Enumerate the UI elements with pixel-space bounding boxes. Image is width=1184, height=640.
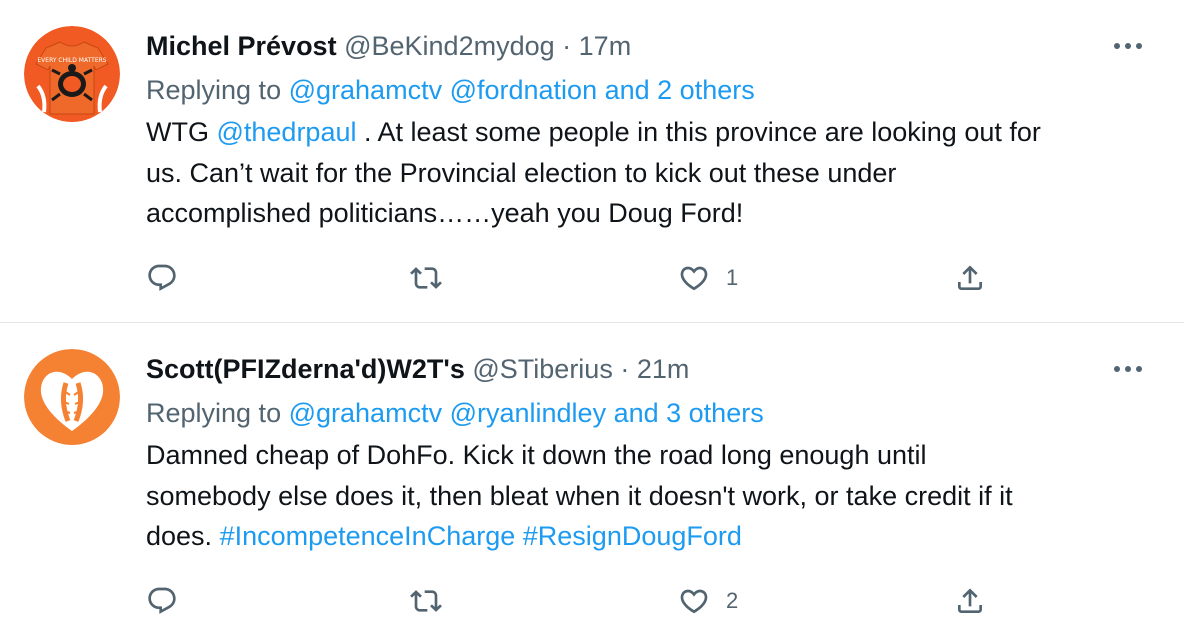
tweet-text-line: somebody else does it, then bleat when i… — [146, 480, 1013, 511]
timestamp[interactable]: 17m — [579, 31, 632, 61]
separator: · — [562, 31, 572, 61]
tweet-text-line: does. #IncompetenceInCharge #ResignDougF… — [146, 516, 1156, 557]
user-handle[interactable]: @STiberius — [472, 354, 612, 384]
retweet-button[interactable] — [410, 256, 442, 300]
tweet-text-line: WTG @thedrpaul . At least some people in… — [146, 112, 1156, 153]
display-name[interactable]: Scott(PFIZderna'd)W2T's — [146, 354, 465, 384]
like-count: 1 — [726, 265, 739, 290]
avatar[interactable]: EVERY CHILD MATTERS — [24, 26, 120, 122]
avatar-image: EVERY CHILD MATTERS — [24, 26, 120, 122]
tweet-text: Damned cheap of DohFo. Kick it down the … — [146, 435, 1156, 557]
replying-to-label: Replying to — [146, 398, 282, 428]
tweet-text: WTG @thedrpaul . At least some people in… — [146, 112, 1156, 234]
heart-icon — [680, 589, 708, 614]
avatar[interactable] — [24, 349, 120, 445]
mention-link[interactable]: @ryanlindley — [450, 398, 606, 428]
mention-link[interactable]: @grahamctv — [289, 398, 442, 428]
timestamp[interactable]: 21m — [637, 354, 690, 384]
reply-button[interactable] — [146, 579, 178, 623]
tweet-actions: 2 — [0, 579, 1184, 623]
hashtag-link[interactable]: #IncompetenceInCharge — [220, 521, 516, 551]
tweet-text-segment: does. — [146, 521, 220, 551]
avatar-shirt-text: EVERY CHILD MATTERS — [37, 57, 106, 64]
avatar-image — [24, 349, 120, 445]
share-icon — [958, 265, 982, 290]
retweet-icon — [410, 590, 442, 612]
more-icon[interactable] — [1108, 28, 1148, 64]
share-icon — [958, 588, 982, 613]
replying-to: Replying to @grahamctv @fordnation and 2… — [146, 70, 755, 110]
share-button[interactable] — [954, 256, 986, 300]
retweet-button[interactable] — [410, 579, 442, 623]
mention-link[interactable]: @fordnation — [450, 75, 598, 105]
mention-link[interactable]: @grahamctv — [289, 75, 442, 105]
separator: · — [620, 354, 630, 384]
tweet-text-segment: . At least some people in this province … — [356, 117, 1041, 147]
tweet[interactable]: Scott(PFIZderna'd)W2T's @STiberius · 21m… — [0, 323, 1184, 640]
tweet-text-segment: WTG — [146, 117, 217, 147]
like-button[interactable]: 1 — [678, 256, 738, 300]
others-link[interactable]: and 3 others — [614, 398, 764, 428]
tweet[interactable]: EVERY CHILD MATTERS Michel Prévost @BeKi… — [0, 0, 1184, 323]
user-handle[interactable]: @BeKind2mydog — [344, 31, 555, 61]
share-button[interactable] — [954, 579, 986, 623]
tweet-text-line: us. Can’t wait for the Provincial electi… — [146, 157, 897, 188]
replying-to-label: Replying to — [146, 75, 282, 105]
others-link[interactable]: and 2 others — [605, 75, 755, 105]
mention-link[interactable]: @thedrpaul — [216, 117, 356, 147]
reply-icon — [148, 587, 176, 614]
hashtag-link[interactable]: #ResignDougFord — [523, 521, 742, 551]
reply-icon — [148, 264, 176, 291]
tweet-header: Scott(PFIZderna'd)W2T's @STiberius · 21m — [146, 350, 689, 388]
more-icon[interactable] — [1108, 351, 1148, 387]
replying-to: Replying to @grahamctv @ryanlindley and … — [146, 393, 764, 433]
display-name[interactable]: Michel Prévost — [146, 31, 337, 61]
tweet-header: Michel Prévost @BeKind2mydog · 17m — [146, 27, 631, 65]
retweet-icon — [410, 267, 442, 289]
tweet-text-line: Damned cheap of DohFo. Kick it down the … — [146, 440, 927, 470]
tweet-actions: 1 — [0, 256, 1184, 300]
tweet-text-line: accomplished politicians……yeah you Doug … — [146, 198, 744, 228]
reply-button[interactable] — [146, 256, 178, 300]
heart-icon — [680, 266, 708, 291]
like-button[interactable]: 2 — [678, 579, 738, 623]
like-count: 2 — [726, 588, 739, 613]
